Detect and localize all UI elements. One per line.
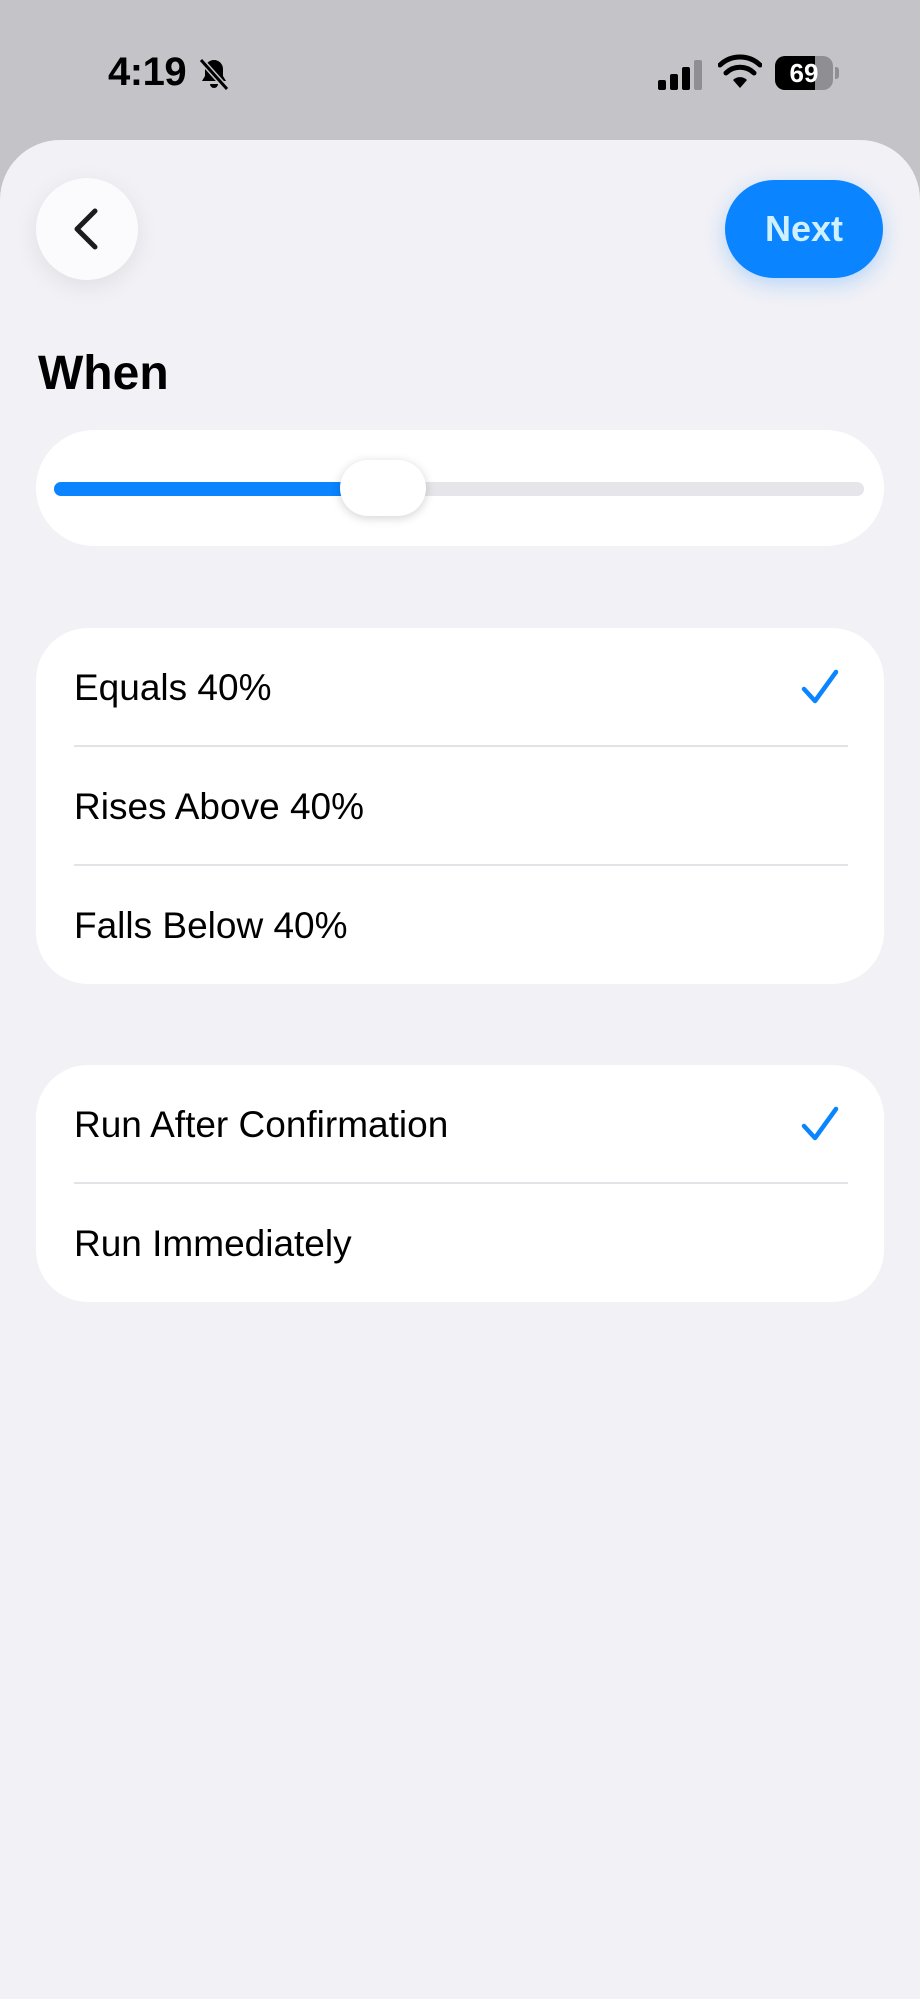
slider-card bbox=[36, 430, 884, 546]
cellular-signal-icon bbox=[658, 60, 702, 90]
option-label: Rises Above 40% bbox=[74, 785, 365, 827]
condition-options-list: Equals 40% Rises Above 40% Falls Below 4… bbox=[36, 628, 884, 984]
list-item[interactable]: Equals 40% bbox=[36, 628, 884, 747]
status-bar: 4:19 69 bbox=[0, 0, 920, 145]
list-item[interactable]: Rises Above 40% bbox=[36, 747, 884, 866]
list-item[interactable]: Run After Confirmation bbox=[36, 1065, 884, 1184]
battery-icon: 69 bbox=[775, 56, 839, 90]
run-options-list: Run After Confirmation Run Immediately bbox=[36, 1065, 884, 1302]
checkmark-icon bbox=[801, 669, 839, 704]
option-label: Run After Confirmation bbox=[74, 1103, 449, 1145]
section-title: When bbox=[38, 347, 169, 400]
status-time: 4:19 bbox=[108, 50, 187, 94]
list-item[interactable]: Falls Below 40% bbox=[36, 866, 884, 984]
slider-track[interactable] bbox=[54, 482, 864, 496]
slider-thumb[interactable] bbox=[340, 460, 426, 516]
chevron-left-icon bbox=[74, 208, 98, 250]
list-item[interactable]: Run Immediately bbox=[36, 1184, 884, 1302]
option-label: Equals 40% bbox=[74, 666, 272, 708]
checkmark-icon bbox=[801, 1106, 839, 1141]
slider-fill bbox=[54, 482, 348, 496]
back-button[interactable] bbox=[36, 178, 138, 280]
bell-slash-icon bbox=[198, 57, 230, 92]
next-button[interactable]: Next bbox=[725, 180, 883, 278]
option-label: Run Immediately bbox=[74, 1222, 352, 1264]
battery-level: 69 bbox=[789, 58, 819, 88]
sheet: Next When Equals 40% Rises Above 40% Fal… bbox=[0, 140, 920, 1999]
wifi-icon bbox=[718, 54, 762, 88]
option-label: Falls Below 40% bbox=[74, 904, 348, 946]
